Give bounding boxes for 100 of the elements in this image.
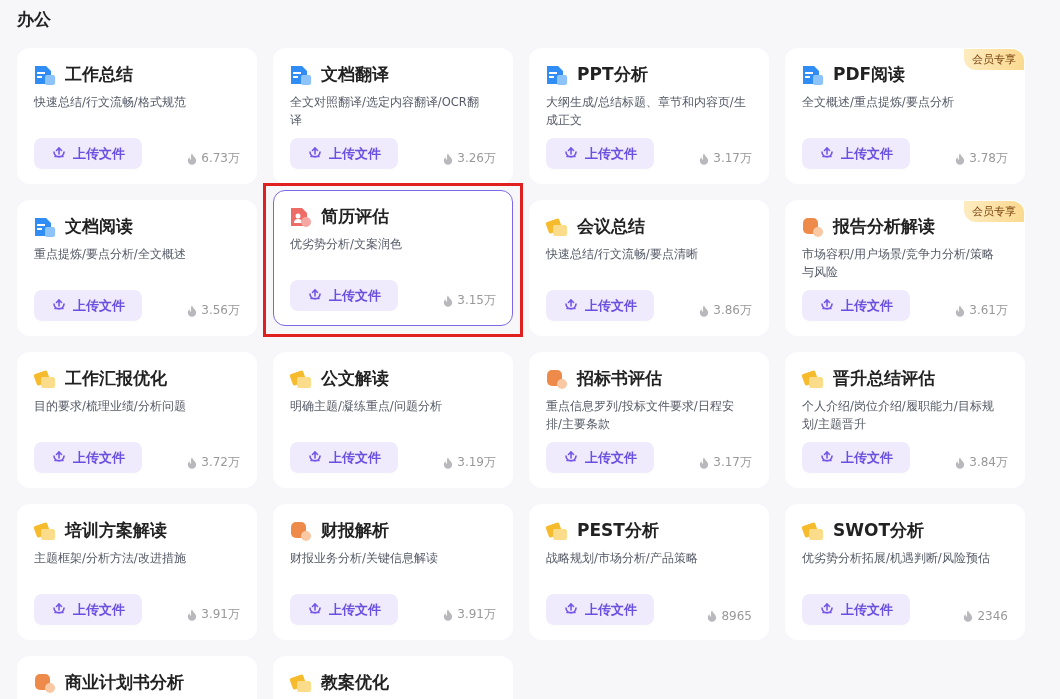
usage-count: 3.26万: [457, 150, 496, 167]
coin-icon: [802, 215, 824, 238]
card-title: 文档翻译: [321, 63, 389, 86]
tool-card[interactable]: 会议总结 快速总结/行文流畅/要点清晰 上传文件 3.86万: [529, 200, 769, 336]
flame-icon: [699, 152, 710, 165]
tool-card[interactable]: 教案优化: [273, 656, 513, 699]
folder-icon: [34, 367, 56, 390]
tool-card[interactable]: 公文解读 明确主题/凝练重点/问题分析 上传文件 3.19万: [273, 352, 513, 488]
card-title: 简历评估: [321, 205, 389, 228]
card-title: PPT分析: [577, 63, 648, 86]
upload-button[interactable]: 上传文件: [34, 290, 142, 321]
tool-card[interactable]: PEST分析 战略规划/市场分析/产品策略 上传文件 8965: [529, 504, 769, 640]
card-title: SWOT分析: [833, 519, 925, 542]
upload-button[interactable]: 上传文件: [290, 138, 398, 169]
flame-icon: [707, 610, 718, 622]
folder-icon: [290, 671, 312, 694]
card-title: 文档阅读: [65, 215, 133, 238]
flame-icon: [699, 456, 710, 469]
card-title: 会议总结: [577, 215, 645, 238]
usage-count: 3.17万: [713, 454, 752, 471]
usage-count: 3.19万: [457, 454, 496, 471]
tool-card[interactable]: 培训方案解读 主题框架/分析方法/改进措施 上传文件 3.91万: [17, 504, 257, 640]
upload-button[interactable]: 上传文件: [34, 442, 142, 473]
card-description: 个人介绍/岗位介绍/履职能力/目标规划/主题晋升: [802, 398, 995, 433]
card-title: 教案优化: [321, 671, 389, 694]
upload-button[interactable]: 上传文件: [546, 290, 654, 321]
card-description: 目的要求/梳理业绩/分析问题: [34, 398, 187, 415]
folder-icon: [546, 215, 568, 238]
flame-icon: [955, 152, 966, 165]
flame-icon: [443, 294, 454, 307]
upload-button[interactable]: 上传文件: [290, 442, 398, 473]
upload-button[interactable]: 上传文件: [802, 290, 910, 321]
folder-icon: [802, 367, 824, 390]
flame-icon: [955, 456, 966, 469]
card-description: 明确主题/凝练重点/问题分析: [290, 398, 443, 415]
card-description: 快速总结/行文流畅/格式规范: [34, 94, 187, 111]
tool-card[interactable]: 工作汇报优化 目的要求/梳理业绩/分析问题 上传文件 3.72万: [17, 352, 257, 488]
usage-count: 3.61万: [969, 302, 1008, 319]
document-icon: [34, 63, 56, 86]
card-title: 报告分析解读: [833, 215, 935, 238]
flame-icon: [443, 608, 454, 621]
card-description: 财报业务分析/关键信息解读: [290, 550, 439, 567]
tool-card[interactable]: 会员专享 报告分析解读 市场容积/用户场景/竞争力分析/策略与风险 上传文件 3.61万: [785, 200, 1025, 336]
card-description: 大纲生成/总结标题、章节和内容页/生成正文: [546, 94, 746, 129]
tool-card[interactable]: 商业计划书分析: [17, 656, 257, 699]
document-icon: [290, 63, 312, 86]
card-description: 全文对照翻译/选定内容翻译/OCR翻译: [290, 94, 480, 129]
card-title: 晋升总结评估: [833, 367, 935, 390]
usage-count: 3.91万: [201, 606, 240, 623]
tool-card[interactable]: 工作总结 快速总结/行文流畅/格式规范 上传文件 6.73万: [17, 48, 257, 184]
card-description: 全文概述/重点提炼/要点分析: [802, 94, 955, 111]
tool-card[interactable]: 招标书评估 重点信息罗列/投标文件要求/日程安排/主要条款 上传文件 3.17万: [529, 352, 769, 488]
tool-card[interactable]: 晋升总结评估 个人介绍/岗位介绍/履职能力/目标规划/主题晋升 上传文件 3.84万: [785, 352, 1025, 488]
card-description: 快速总结/行文流畅/要点清晰: [546, 246, 699, 263]
upload-button[interactable]: 上传文件: [802, 138, 910, 169]
tool-card[interactable]: 财报解析 财报业务分析/关键信息解读 上传文件 3.91万: [273, 504, 513, 640]
upload-button[interactable]: 上传文件: [290, 280, 398, 311]
upload-button[interactable]: 上传文件: [546, 138, 654, 169]
usage-count: 6.73万: [201, 150, 240, 167]
card-title: 工作汇报优化: [65, 367, 167, 390]
card-title: 商业计划书分析: [65, 671, 184, 694]
tool-card[interactable]: SWOT分析 优劣势分析拓展/机遇判断/风险预估 上传文件 2346: [785, 504, 1025, 640]
card-title: 招标书评估: [577, 367, 662, 390]
folder-icon: [546, 519, 568, 542]
upload-button[interactable]: 上传文件: [546, 442, 654, 473]
card-title: PEST分析: [577, 519, 659, 542]
usage-count: 3.91万: [457, 606, 496, 623]
flame-icon: [187, 304, 198, 317]
section-title: 办公: [17, 8, 52, 31]
usage-count: 3.15万: [457, 292, 496, 309]
tool-card[interactable]: 文档翻译 全文对照翻译/选定内容翻译/OCR翻译 上传文件 3.26万: [273, 48, 513, 184]
card-title: 培训方案解读: [65, 519, 167, 542]
upload-button[interactable]: 上传文件: [34, 138, 142, 169]
upload-button[interactable]: 上传文件: [802, 594, 910, 625]
card-title: 公文解读: [321, 367, 389, 390]
upload-button[interactable]: 上传文件: [290, 594, 398, 625]
upload-button[interactable]: 上传文件: [802, 442, 910, 473]
flame-icon: [187, 608, 198, 621]
upload-button[interactable]: 上传文件: [546, 594, 654, 625]
card-description: 战略规划/市场分析/产品策略: [546, 550, 699, 567]
flame-icon: [699, 304, 710, 317]
tool-card[interactable]: 文档阅读 重点提炼/要点分析/全文概述 上传文件 3.56万: [17, 200, 257, 336]
coin-icon: [290, 519, 312, 542]
folder-icon: [802, 519, 824, 542]
card-description: 优劣势分析/文案润色: [290, 236, 403, 253]
document-icon: [546, 63, 568, 86]
card-description: 优劣势分析拓展/机遇判断/风险预估: [802, 550, 991, 567]
folder-icon: [34, 519, 56, 542]
usage-count: 2346: [977, 609, 1008, 623]
member-badge: 会员专享: [964, 49, 1024, 70]
flame-icon: [187, 152, 198, 165]
person-document-icon: [290, 205, 312, 228]
flame-icon: [443, 456, 454, 469]
tool-card[interactable]: 会员专享 PDF阅读 全文概述/重点提炼/要点分析 上传文件 3.78万: [785, 48, 1025, 184]
usage-count: 3.17万: [713, 150, 752, 167]
upload-button[interactable]: 上传文件: [34, 594, 142, 625]
tool-card[interactable]: PPT分析 大纲生成/总结标题、章节和内容页/生成正文 上传文件 3.17万: [529, 48, 769, 184]
coin-icon: [34, 671, 56, 694]
document-icon: [34, 215, 56, 238]
usage-count: 3.72万: [201, 454, 240, 471]
